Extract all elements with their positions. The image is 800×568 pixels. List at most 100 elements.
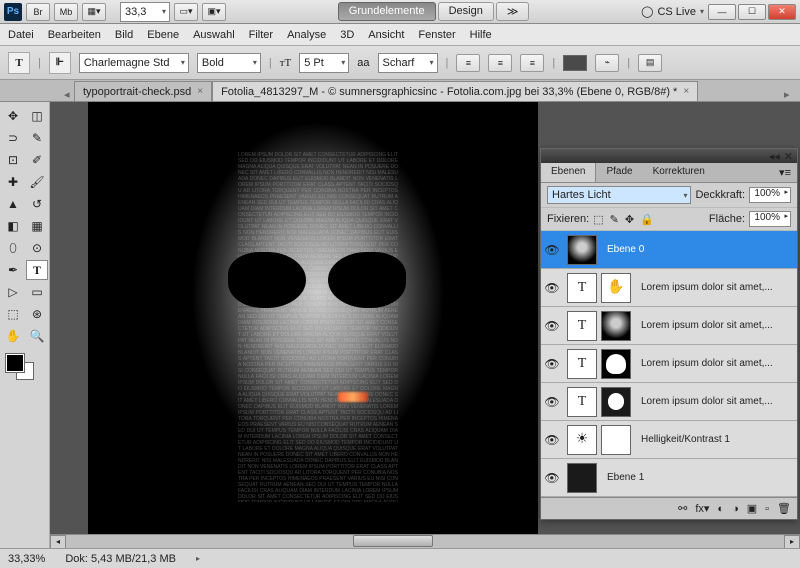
bridge-button[interactable]: Br	[26, 3, 50, 21]
dodge-tool[interactable]: ⊙	[26, 238, 48, 258]
scroll-right-button[interactable]: ▸	[784, 535, 800, 549]
workspace-more[interactable]: ≫	[496, 2, 530, 21]
paths-tab[interactable]: Pfade	[596, 163, 642, 182]
layer-fx-icon[interactable]: fx▾	[695, 502, 709, 515]
blur-tool[interactable]: ⬯	[2, 238, 24, 258]
layer-thumbnail[interactable]	[567, 463, 597, 493]
menu-datei[interactable]: Datei	[8, 29, 34, 41]
visibility-toggle[interactable]: 👁	[541, 281, 563, 295]
status-menu-icon[interactable]: ▸	[196, 554, 200, 563]
workspace-design[interactable]: Design	[438, 2, 494, 21]
visibility-toggle[interactable]: 👁	[541, 357, 563, 371]
text-color-swatch[interactable]	[563, 55, 587, 71]
fill-input[interactable]: 100%	[749, 211, 791, 227]
minimize-button[interactable]: —	[708, 4, 736, 20]
color-picker[interactable]	[2, 354, 48, 384]
antialias-dropdown[interactable]: Scharf	[378, 53, 438, 73]
zoom-dropdown[interactable]: 33,3	[120, 2, 170, 22]
layer-thumbnail[interactable]: T	[567, 273, 597, 303]
opacity-input[interactable]: 100%	[749, 187, 791, 203]
menu-auswahl[interactable]: Auswahl	[193, 29, 235, 41]
workspace-grundelemente[interactable]: Grundelemente	[338, 2, 436, 21]
scroll-thumb[interactable]	[353, 535, 433, 547]
panel-options-icon[interactable]: ▾≡	[773, 163, 797, 182]
visibility-toggle[interactable]: 👁	[541, 395, 563, 409]
delete-layer-icon[interactable]: 🗑	[777, 502, 791, 515]
menu-bild[interactable]: Bild	[115, 29, 133, 41]
panel-collapse-icon[interactable]: ◂◂	[769, 150, 780, 163]
gradient-tool[interactable]: ▦	[26, 216, 48, 236]
layer-row[interactable]: 👁 Ebene 0	[541, 231, 797, 269]
marquee-tool[interactable]: ◫	[26, 106, 48, 126]
text-orientation-button[interactable]: ⊩	[49, 52, 71, 74]
eyedropper-tool[interactable]: ✐	[26, 150, 48, 170]
lasso-tool[interactable]: ⊃	[2, 128, 24, 148]
menu-analyse[interactable]: Analyse	[287, 29, 326, 41]
stamp-tool[interactable]: ▲	[2, 194, 24, 214]
document-info[interactable]: Dok: 5,43 MB/21,3 MB	[65, 553, 176, 565]
add-mask-icon[interactable]: ◐	[717, 503, 724, 515]
layer-thumbnail[interactable]: T	[567, 349, 597, 379]
zoom-tool[interactable]: 🔍	[26, 326, 48, 346]
type-tool[interactable]: T	[26, 260, 48, 280]
visibility-toggle[interactable]: 👁	[541, 319, 563, 333]
blend-mode-dropdown[interactable]: Hartes Licht	[547, 186, 691, 204]
lock-pixels-icon[interactable]: ✎	[610, 213, 619, 226]
lock-position-icon[interactable]: ✥	[625, 213, 634, 226]
layers-tab[interactable]: Ebenen	[541, 163, 596, 182]
menu-bearbeiten[interactable]: Bearbeiten	[48, 29, 101, 41]
layer-thumbnail[interactable]: ☀	[567, 425, 597, 455]
layer-row[interactable]: 👁 ☀ Helligkeit/Kontrast 1	[541, 421, 797, 459]
align-center-button[interactable]: ≡	[488, 54, 512, 72]
crop-tool[interactable]: ⊡	[2, 150, 24, 170]
document-tab-inactive[interactable]: typoportrait-check.psd×	[74, 81, 212, 101]
view-extras-button[interactable]: ▦▾	[82, 3, 106, 21]
shape-tool[interactable]: ▭	[26, 282, 48, 302]
menu-hilfe[interactable]: Hilfe	[470, 29, 492, 41]
layer-mask-thumbnail[interactable]	[601, 387, 631, 417]
panel-menu-icon[interactable]: ✕	[784, 150, 793, 163]
close-tab-icon[interactable]: ×	[683, 86, 689, 97]
cslive-button[interactable]: CS Live	[657, 6, 696, 18]
tool-preset-icon[interactable]: T	[8, 52, 30, 74]
eraser-tool[interactable]: ◧	[2, 216, 24, 236]
adjustment-layer-icon[interactable]: ◑	[732, 503, 739, 515]
history-brush-tool[interactable]: ↺	[26, 194, 48, 214]
menu-ansicht[interactable]: Ansicht	[368, 29, 404, 41]
screenmode-button[interactable]: ▣▾	[202, 3, 226, 21]
tab-scroll-left[interactable]: ◂	[64, 88, 74, 101]
zoom-level[interactable]: 33,33%	[8, 553, 45, 565]
layer-row[interactable]: 👁 T Lorem ipsum dolor sit amet,...	[541, 345, 797, 383]
horizontal-scrollbar[interactable]: ◂ ▸	[50, 534, 800, 548]
menu-ebene[interactable]: Ebene	[147, 29, 179, 41]
minibridge-button[interactable]: Mb	[54, 3, 78, 21]
adjustments-tab[interactable]: Korrekturen	[643, 163, 715, 182]
align-right-button[interactable]: ≡	[520, 54, 544, 72]
brush-tool[interactable]: 🖌	[26, 172, 48, 192]
scroll-left-button[interactable]: ◂	[50, 535, 66, 549]
character-panel-button[interactable]: ▤	[638, 54, 662, 72]
move-tool[interactable]: ✥	[2, 106, 24, 126]
link-layers-icon[interactable]: ⚯	[678, 502, 687, 515]
3d-tool[interactable]: ⬚	[2, 304, 24, 324]
tab-scroll-right[interactable]: ▸	[784, 88, 800, 101]
layer-row[interactable]: 👁 T Lorem ipsum dolor sit amet,...	[541, 383, 797, 421]
lock-all-icon[interactable]: 🔒	[640, 213, 654, 226]
arrange-button[interactable]: ▭▾	[174, 3, 198, 21]
visibility-toggle[interactable]: 👁	[541, 433, 563, 447]
layer-row[interactable]: 👁 T Lorem ipsum dolor sit amet,...	[541, 307, 797, 345]
visibility-toggle[interactable]: 👁	[541, 243, 563, 257]
3d-camera-tool[interactable]: ⊛	[26, 304, 48, 324]
font-size-dropdown[interactable]: 5 Pt	[299, 53, 349, 73]
healing-tool[interactable]: ✚	[2, 172, 24, 192]
layer-mask-thumbnail[interactable]	[601, 349, 631, 379]
document-tab-active[interactable]: Fotolia_4813297_M - © sumnersgraphicsinc…	[212, 81, 698, 101]
layer-thumbnail[interactable]: T	[567, 311, 597, 341]
warp-text-button[interactable]: ⌁	[595, 54, 619, 72]
path-select-tool[interactable]: ▷	[2, 282, 24, 302]
layer-thumbnail[interactable]: T	[567, 387, 597, 417]
layer-mask-thumbnail[interactable]	[601, 311, 631, 341]
new-layer-icon[interactable]: ▫	[765, 503, 769, 515]
pen-tool[interactable]: ✒	[2, 260, 24, 280]
layer-row[interactable]: 👁 Ebene 1	[541, 459, 797, 497]
